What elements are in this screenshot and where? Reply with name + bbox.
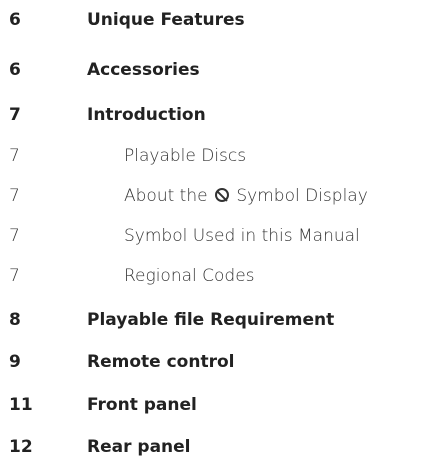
toc-entry-playable-discs[interactable]: 7 Playable Discs bbox=[0, 144, 433, 168]
toc-entry-rear-panel[interactable]: 12 Rear panel bbox=[0, 435, 433, 459]
toc-entry-regional-codes[interactable]: 7 Regional Codes bbox=[0, 264, 433, 288]
toc-title: Symbol Used in this Manual bbox=[124, 226, 360, 246]
toc-page-number: 7 bbox=[9, 226, 20, 246]
toc-title: About the Symbol Display bbox=[124, 184, 368, 208]
toc-entry-playable-file-requirement[interactable]: 8 Playable file Requirement bbox=[0, 308, 433, 332]
toc-title: Remote control bbox=[87, 352, 235, 372]
toc-title-before-icon: About the bbox=[124, 186, 208, 206]
toc-page-number: 7 bbox=[9, 266, 20, 286]
toc-title: Rear panel bbox=[87, 437, 191, 457]
toc-title: Accessories bbox=[87, 60, 200, 80]
toc-page-number: 11 bbox=[9, 395, 33, 415]
toc-entry-unique-features[interactable]: 6 Unique Features bbox=[0, 8, 433, 32]
toc-title-after-icon: Symbol Display bbox=[236, 186, 368, 206]
toc-entry-symbol-used[interactable]: 7 Symbol Used in this Manual bbox=[0, 224, 433, 248]
toc-page-number: 6 bbox=[9, 10, 21, 30]
toc-entry-about-symbol-display[interactable]: 7 About the Symbol Display bbox=[0, 184, 433, 208]
toc-title: Introduction bbox=[87, 105, 206, 125]
toc-entry-front-panel[interactable]: 11 Front panel bbox=[0, 393, 433, 417]
toc-page-number: 9 bbox=[9, 352, 21, 372]
toc-title: Unique Features bbox=[87, 10, 245, 30]
toc-page-number: 7 bbox=[9, 146, 20, 166]
toc-page-number: 7 bbox=[9, 105, 21, 125]
table-of-contents: 6 Unique Features 6 Accessories 7 Introd… bbox=[0, 0, 433, 464]
toc-title: Playable file Requirement bbox=[87, 310, 335, 330]
toc-title: Regional Codes bbox=[124, 266, 255, 286]
toc-entry-accessories[interactable]: 6 Accessories bbox=[0, 58, 433, 82]
toc-title: Playable Discs bbox=[124, 146, 247, 166]
toc-entry-introduction[interactable]: 7 Introduction bbox=[0, 103, 433, 127]
toc-title: Front panel bbox=[87, 395, 197, 415]
toc-entry-remote-control[interactable]: 9 Remote control bbox=[0, 350, 433, 374]
toc-page-number: 8 bbox=[9, 310, 21, 330]
prohibited-symbol-icon bbox=[214, 188, 229, 202]
toc-page-number: 7 bbox=[9, 186, 20, 206]
toc-page-number: 12 bbox=[9, 437, 33, 457]
toc-page-number: 6 bbox=[9, 60, 21, 80]
